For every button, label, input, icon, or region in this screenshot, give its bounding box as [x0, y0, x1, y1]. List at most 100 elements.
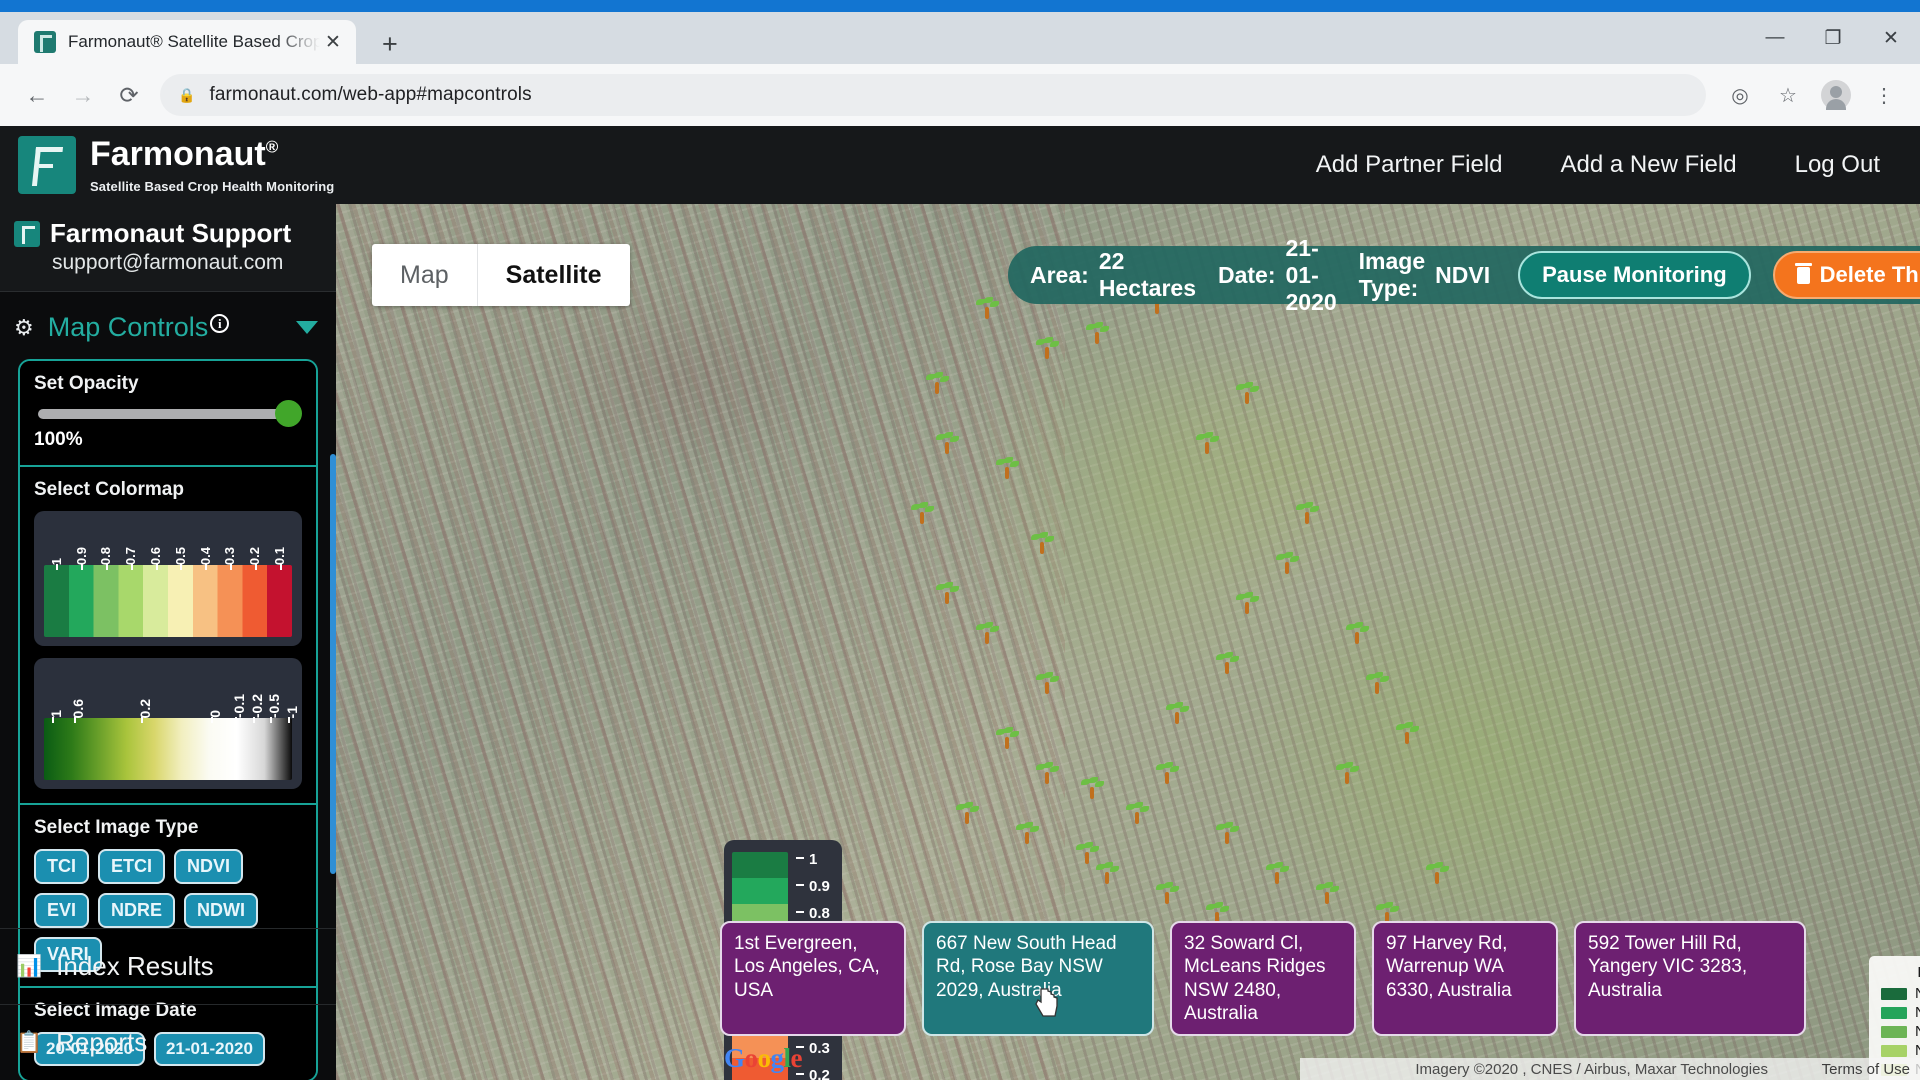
image-type-chip-evi[interactable]: EVI — [34, 893, 90, 928]
toolbar-right-icons: ◎ ☆ ⋮ — [1718, 73, 1906, 117]
date-label: Date: — [1217, 261, 1276, 288]
colormap-option-2[interactable]: 1 0.6 0.2 0 -0.1 -0.2 -0.5 -1 — [34, 658, 302, 789]
support-name: Farmonaut Support — [50, 218, 292, 248]
app-header: Farmonaut® Satellite Based Crop Health M… — [0, 126, 1920, 204]
field-tab[interactable]: 667 New South Head Rd, Rose Bay NSW 2029… — [922, 921, 1154, 1036]
colormap-tick: 0.4 — [193, 519, 218, 570]
close-icon[interactable]: ✕ — [320, 31, 346, 54]
colormap-tick: -1 — [283, 705, 300, 724]
new-tab-button[interactable]: + — [382, 31, 398, 58]
legend-label: NDVI: 0.6 to 0.7 -> 62500 sq. m. — [1915, 1042, 1920, 1059]
profile-avatar-icon[interactable] — [1814, 73, 1858, 117]
brand-block: Farmonaut® Satellite Based Crop Health M… — [90, 137, 334, 194]
image-type-chip-tci[interactable]: TCI — [34, 849, 89, 884]
legend-row: NDVI: 0.8 to 0.9 -> 0 sq. m. — [1881, 1004, 1920, 1021]
legend-swatch — [1881, 1006, 1907, 1019]
info-icon[interactable]: i — [210, 314, 230, 333]
map-type-switch: Map Satellite — [372, 244, 630, 306]
support-email[interactable]: support@farmonaut.com — [52, 251, 336, 275]
map-controls-header[interactable]: ⚙ Map Controls i — [0, 292, 336, 359]
colormap-2-bar — [44, 718, 292, 780]
opacity-slider[interactable] — [38, 400, 302, 427]
image-type-chip-ndre[interactable]: NDRE — [98, 893, 176, 928]
crop-marker-icon — [936, 432, 959, 454]
chevron-down-icon[interactable] — [296, 321, 318, 334]
area-value: 22 Hectares — [1098, 248, 1196, 301]
field-tab[interactable]: 32 Soward Cl, McLeans Ridges NSW 2480, A… — [1170, 921, 1356, 1036]
opacity-slider-knob[interactable] — [275, 400, 302, 427]
colormap-tick: -0.2 — [248, 693, 265, 724]
crop-marker-icon — [936, 582, 959, 604]
image-type-chip-etci[interactable]: ETCI — [98, 849, 166, 884]
delete-field-button[interactable]: Delete This Field — [1772, 251, 1920, 299]
field-tab[interactable]: 97 Harvey Rd, Warrenup WA 6330, Australi… — [1372, 921, 1558, 1036]
colorbar-label: 0.8 — [796, 906, 834, 921]
crop-marker-icon — [1156, 762, 1179, 784]
browser-tab[interactable]: Farmonaut® Satellite Based Crop ✕ — [18, 20, 356, 64]
clipboard-icon: 📋 — [16, 1030, 43, 1054]
colormap-1-ticks: 1 0.9 0.8 0.7 0.6 0.5 0.4 0.3 0.2 0.1 — [44, 519, 292, 570]
crop-marker-icon — [1081, 777, 1104, 799]
browser-toolbar: ← → ⟳ 🔒 farmonaut.com/web-app#mapcontrol… — [0, 64, 1920, 126]
field-tab[interactable]: 592 Tower Hill Rd, Yangery VIC 3283, Aus… — [1574, 921, 1806, 1036]
crop-marker-icon — [1396, 722, 1419, 744]
crop-marker-icon — [1036, 672, 1059, 694]
browser-window: Farmonaut® Satellite Based Crop ✕ + — ❐ … — [0, 0, 1920, 1080]
crop-marker-icon — [976, 622, 999, 644]
header-nav: Add Partner Field Add a New Field Log Ou… — [1316, 151, 1880, 179]
crop-marker-icon — [1016, 822, 1039, 844]
field-info-bar: Area: 22 Hectares Date: 21-01-2020 Image… — [1008, 235, 1920, 315]
support-block: Farmonaut Support support@farmonaut.com — [0, 204, 336, 292]
forward-icon[interactable]: → — [60, 72, 106, 118]
crop-marker-icon — [1266, 862, 1289, 884]
restore-icon[interactable]: ❐ — [1804, 12, 1862, 64]
colorbar-band — [732, 877, 788, 904]
sidebar-item-reports[interactable]: 📋 Reports — [0, 1004, 336, 1080]
window-close-icon[interactable]: ✕ — [1862, 12, 1920, 64]
legend-label: NDVI: 0.9 to 1.0 -> 17500 sq. m. — [1915, 985, 1920, 1002]
crop-marker-icon — [1236, 382, 1259, 404]
map-canvas[interactable]: Map Satellite Area: 22 Hectares Date: 21… — [336, 204, 1920, 1080]
google-watermark: Google — [724, 1043, 803, 1073]
window-accent-strip — [0, 0, 1920, 12]
pause-monitoring-button[interactable]: Pause Monitoring — [1518, 251, 1751, 299]
crop-marker-icon — [1216, 822, 1239, 844]
legend-swatch — [1881, 987, 1907, 1000]
target-icon[interactable]: ◎ — [1718, 73, 1762, 117]
back-icon[interactable]: ← — [14, 72, 60, 118]
colormap-option-1[interactable]: 1 0.9 0.8 0.7 0.6 0.5 0.4 0.3 0.2 0.1 — [34, 511, 302, 646]
star-icon[interactable]: ☆ — [1766, 73, 1810, 117]
map-type-map[interactable]: Map — [372, 244, 477, 306]
menu-icon[interactable]: ⋮ — [1862, 73, 1906, 117]
colormap-1-bar — [44, 565, 292, 637]
map-type-satellite[interactable]: Satellite — [476, 244, 630, 306]
crop-marker-icon — [911, 502, 934, 524]
crop-marker-icon — [1036, 337, 1059, 359]
colormap-2-ticks: 1 0.6 0.2 0 -0.1 -0.2 -0.5 -1 — [44, 666, 300, 724]
legend-swatch — [1881, 1025, 1907, 1038]
terms-of-use-link[interactable]: Terms of Use — [1822, 1061, 1910, 1078]
crop-marker-icon — [1216, 652, 1239, 674]
sidebar-nav: 📊 Index Results 📋 Reports — [0, 928, 336, 1080]
registered-mark: ® — [265, 137, 279, 157]
image-type-label: Select Image Type — [34, 817, 199, 838]
image-type-label: Image Type: — [1358, 248, 1426, 301]
map-controls-title: Map Controls i — [48, 312, 230, 343]
image-type-value: NDVI — [1435, 261, 1491, 288]
nav-add-new-field[interactable]: Add a New Field — [1561, 151, 1737, 179]
minimize-icon[interactable]: — — [1746, 12, 1804, 64]
opacity-label: Set Opacity — [34, 373, 139, 394]
field-tab[interactable]: 1st Evergreen, Los Angeles, CA, USA — [720, 921, 906, 1036]
image-type-chip-ndvi[interactable]: NDVI — [174, 849, 244, 884]
address-bar[interactable]: 🔒 farmonaut.com/web-app#mapcontrols — [160, 74, 1706, 116]
colormap-tick: 0.2 — [137, 698, 154, 724]
crop-marker-icon — [1296, 502, 1319, 524]
reload-icon[interactable]: ⟳ — [106, 72, 152, 118]
nav-add-partner-field[interactable]: Add Partner Field — [1316, 151, 1503, 179]
sidebar-item-index-results[interactable]: 📊 Index Results — [0, 928, 336, 1004]
colorbar-label: 0.9 — [796, 879, 834, 894]
nav-log-out[interactable]: Log Out — [1795, 151, 1880, 179]
image-type-chip-ndwi[interactable]: NDWI — [184, 893, 259, 928]
legend-label: NDVI: 0.8 to 0.9 -> 0 sq. m. — [1915, 1004, 1920, 1021]
crop-marker-icon — [1156, 882, 1179, 904]
